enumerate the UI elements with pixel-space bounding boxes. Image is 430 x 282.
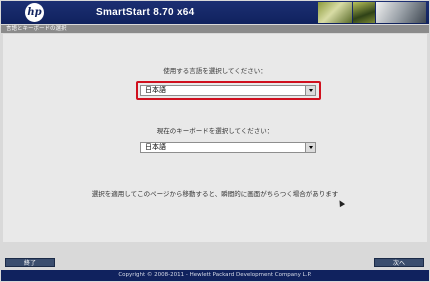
main-content: 使用する言語を選択してください： 日本語 現在のキーボードを選択してください： … [3, 34, 427, 242]
smartstart-window: hp SmartStart 8.70 x64 言語とキーボードの選択 使用する言… [0, 0, 430, 282]
keyboard-select-value: 日本語 [145, 143, 166, 151]
language-select-value: 日本語 [145, 86, 166, 94]
app-header: hp SmartStart 8.70 x64 [1, 1, 429, 24]
keyboard-select[interactable]: 日本語 [140, 142, 316, 153]
banner-image [376, 2, 426, 23]
section-header: 言語とキーボードの選択 [1, 25, 429, 33]
exit-button[interactable]: 終了 [5, 258, 55, 267]
chevron-down-icon[interactable] [305, 143, 315, 152]
chevron-down-icon[interactable] [305, 86, 315, 95]
hp-logo-text: hp [27, 6, 42, 18]
banner-image [318, 2, 352, 23]
language-select[interactable]: 日本語 [140, 85, 316, 96]
banner-image [353, 2, 375, 23]
header-banner-images [318, 2, 426, 23]
keyboard-prompt: 現在のキーボードを選択してください： [156, 127, 274, 135]
hp-logo: hp [25, 3, 44, 22]
language-prompt: 使用する言語を選択してください： [163, 67, 267, 75]
app-title: SmartStart 8.70 x64 [96, 7, 195, 18]
copyright-text: Copyright © 2008-2011 - Hewlett Packard … [118, 272, 312, 278]
flicker-notice: 選択を適用してこのページから移動すると、瞬間的に画面がちらつく場合があります [91, 190, 339, 198]
section-title: 言語とキーボードの選択 [6, 26, 67, 32]
footer: Copyright © 2008-2011 - Hewlett Packard … [1, 270, 429, 281]
next-button[interactable]: 次へ [374, 258, 424, 267]
